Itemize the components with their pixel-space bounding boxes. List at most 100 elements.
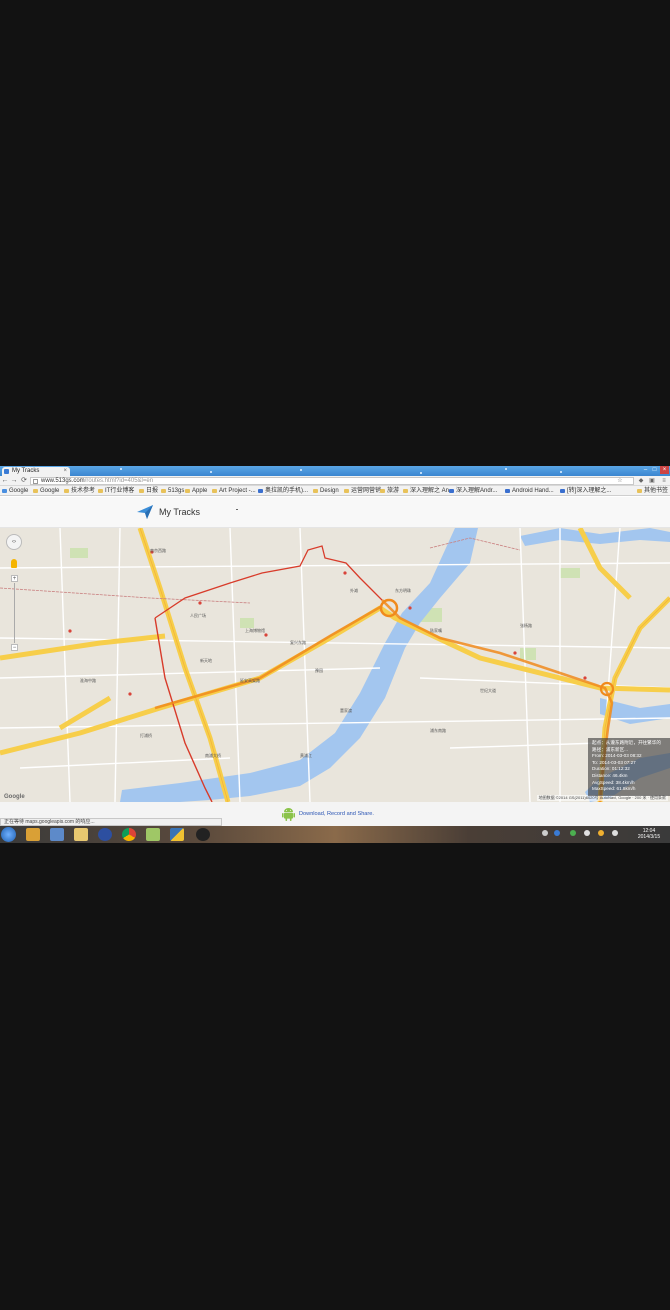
volume-icon[interactable]	[612, 830, 618, 836]
tray-icon[interactable]	[584, 830, 590, 836]
reload-button[interactable]: ⟳	[20, 476, 28, 486]
bookmark-item[interactable]: 深入理解Andr...	[449, 486, 497, 495]
pan-control[interactable]: ‹›	[6, 534, 22, 550]
bookmark-item[interactable]: Design	[313, 486, 339, 495]
taskbar-clock[interactable]: 12:04 2014/3/15	[630, 828, 668, 840]
bookmark-item[interactable]: 技术参考	[64, 486, 96, 495]
python-icon[interactable]	[170, 828, 184, 841]
taskbar: 12:04 2014/3/15	[0, 826, 670, 843]
maximize-button[interactable]: □	[650, 466, 659, 474]
download-link[interactable]: Download, Record and Share.	[299, 811, 374, 817]
folder-icon	[139, 489, 144, 493]
info-max-speed: MaxSpeed: 61.8km/h	[592, 786, 636, 792]
page-icon	[560, 489, 565, 493]
sparkle	[560, 471, 562, 473]
tab-title: My Tracks	[12, 468, 40, 474]
info-avg-speed: AvgSpeed: 38.4km/h	[592, 779, 635, 785]
bookmark-item[interactable]: 其他书签	[637, 486, 669, 495]
app-icon[interactable]	[50, 828, 64, 841]
chrome-icon[interactable]	[122, 828, 136, 841]
background-top	[0, 0, 670, 466]
sparkle	[120, 468, 122, 470]
bookmark-item[interactable]: IT行业博客	[98, 486, 134, 495]
info-from: From: 2014-03-03 08:32	[592, 753, 642, 759]
tray-icon[interactable]	[542, 830, 548, 836]
page-title: My Tracks	[159, 507, 201, 517]
folder-icon[interactable]	[74, 828, 88, 841]
bookmark-label: 奥拉凯的手机)...	[265, 488, 308, 494]
bookmark-item[interactable]: 奥拉凯的手机)...	[258, 486, 308, 495]
bookmark-label: 其他书签	[644, 488, 669, 494]
folder-icon	[98, 489, 103, 493]
extension-icon[interactable]: ◆	[637, 477, 645, 485]
info-to: To: 2014-03-03 07:27	[592, 759, 636, 765]
bookmark-item[interactable]: Apple	[185, 486, 207, 495]
bookmark-item[interactable]: Google	[33, 486, 59, 495]
bookmark-item[interactable]: 旅游	[380, 486, 399, 495]
start-button[interactable]	[1, 827, 16, 842]
star-icon[interactable]: ☆	[616, 477, 624, 485]
app-icon[interactable]	[146, 828, 160, 841]
map-label: 打浦桥	[140, 733, 152, 738]
folder-icon	[637, 489, 642, 493]
close-window-button[interactable]: ×	[660, 466, 669, 474]
folder-icon	[212, 489, 217, 493]
tab-my-tracks[interactable]: My Tracks ×	[2, 467, 70, 476]
bookmark-item[interactable]: 运营网营销	[344, 486, 382, 495]
bookmark-item[interactable]: [转]深入理解之...	[560, 486, 611, 495]
zoom-out-button[interactable]: −	[11, 644, 18, 651]
map-label: 世纪大道	[480, 688, 496, 693]
info-line: 路径：浦东新区...	[592, 746, 628, 752]
folder-icon	[33, 489, 38, 493]
tray-icon[interactable]	[570, 830, 576, 836]
forward-button[interactable]: →	[10, 476, 18, 486]
sparkle	[420, 472, 422, 474]
zoom-slider[interactable]	[14, 583, 15, 643]
status-bar: 正在等待 maps.googleapis.com 的响应...	[0, 818, 222, 826]
bookmark-label: 运营网营销	[351, 488, 382, 494]
tab-strip: My Tracks × – □ ×	[0, 466, 670, 476]
menu-icon[interactable]: ≡	[660, 477, 668, 485]
paper-plane-icon	[137, 505, 153, 519]
map-label: 新天地	[200, 658, 212, 663]
google-icon	[2, 489, 7, 493]
folder-icon	[380, 489, 385, 493]
back-button[interactable]: ←	[1, 476, 9, 486]
bookmark-label: Android Hand...	[512, 488, 554, 494]
map-base	[0, 528, 670, 802]
pegman-icon[interactable]	[11, 559, 17, 568]
map-label: 延安高架路	[240, 678, 260, 683]
bookmarks-bar: Google Google 技术参考 IT行业博客 日报 513gs Apple Art Pr…	[0, 486, 670, 496]
bookmark-label: 日报	[146, 488, 159, 494]
url-host: www.513gs.com	[41, 478, 85, 484]
address-bar[interactable]: www.513gs.com/routes.html?id=405&l=en	[30, 477, 634, 485]
map-label: 黄浦江	[300, 753, 312, 758]
extension-icon[interactable]: ▣	[648, 477, 656, 485]
bookmark-label: 技术参考	[71, 488, 96, 494]
bookmark-item[interactable]: Google	[2, 486, 29, 495]
app-icon[interactable]	[196, 828, 210, 841]
folder-icon	[344, 489, 349, 493]
bookmark-label: Design	[320, 488, 339, 494]
map-label: 复兴东路	[290, 640, 306, 645]
bookmark-item[interactable]: 日报	[139, 486, 159, 495]
folder-icon	[185, 489, 190, 493]
sparkle	[505, 468, 507, 470]
bookmark-item[interactable]: Android Hand...	[505, 486, 554, 495]
tab-close-icon[interactable]: ×	[63, 467, 67, 476]
bookmark-label: 深入理解之 An...	[410, 488, 455, 494]
app-icon[interactable]	[98, 828, 112, 841]
bookmark-label: Google	[9, 488, 29, 494]
zoom-in-button[interactable]: +	[11, 575, 18, 582]
page-icon	[33, 479, 38, 484]
map-label: 外滩	[350, 588, 358, 593]
map-canvas[interactable]: 南京西路 人民广场 外滩 陆家嘴 黄浦江 延安高架路 淮海中路 豫园 南浦大桥 …	[0, 528, 670, 802]
bookmark-item[interactable]: 深入理解之 An...	[403, 486, 455, 495]
tray-icon[interactable]	[598, 830, 604, 836]
bookmark-item[interactable]: 513gs	[161, 486, 184, 495]
bookmark-item[interactable]: Art Project -...	[212, 486, 256, 495]
folder-icon	[313, 489, 318, 493]
minimize-button[interactable]: –	[641, 466, 650, 474]
tray-icon[interactable]	[554, 830, 560, 836]
app-icon[interactable]	[26, 828, 40, 841]
